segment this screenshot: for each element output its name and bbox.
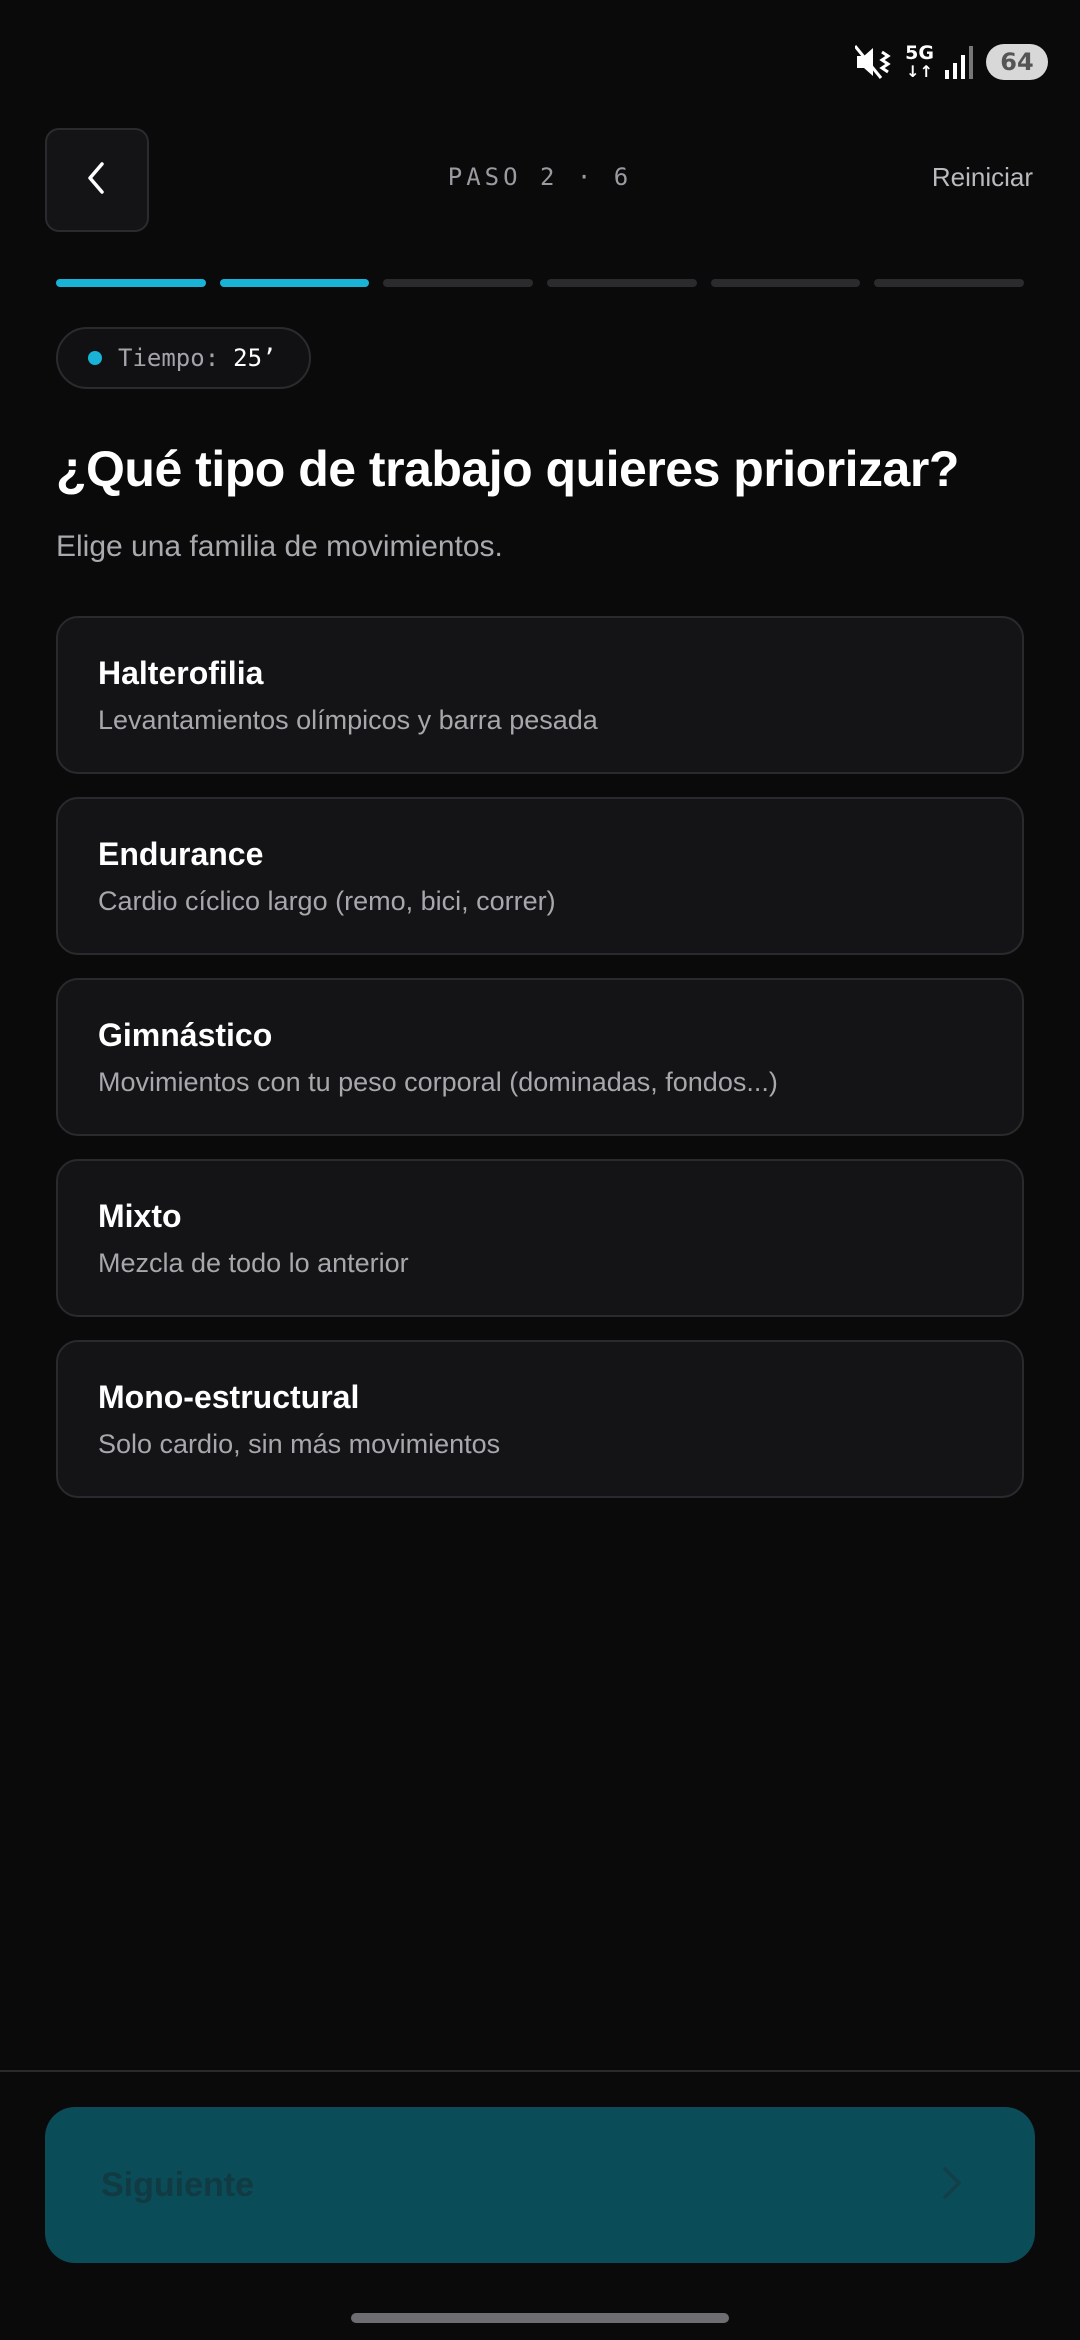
option-card-mono-estructural[interactable]: Mono-estructural Solo cardio, sin más mo… xyxy=(56,1340,1024,1498)
option-description: Cardio cíclico largo (remo, bici, correr… xyxy=(98,886,556,916)
option-description: Levantamientos olímpicos y barra pesada xyxy=(98,705,598,735)
progress-segment-2 xyxy=(219,279,370,287)
time-label: Tiempo: xyxy=(118,344,220,372)
option-title: Mono-estructural xyxy=(98,1379,360,1415)
page-subtitle: Elige una familia de movimientos. xyxy=(56,530,503,563)
page-title: ¿Qué tipo de trabajo quieres priorizar? xyxy=(56,441,959,497)
footer-divider xyxy=(0,2070,1080,2072)
progress-segment-6 xyxy=(874,279,1025,287)
option-card-halterofilia[interactable]: Halterofilia Levantamientos olímpicos y … xyxy=(56,616,1024,774)
progress-bar xyxy=(56,279,1025,287)
chevron-right-icon xyxy=(939,2163,965,2208)
progress-segment-1 xyxy=(56,279,206,287)
mute-vibrate-icon xyxy=(855,44,895,80)
option-list: Halterofilia Levantamientos olímpicos y … xyxy=(56,616,1024,1521)
option-title: Gimnástico xyxy=(98,1017,273,1053)
option-title: Mixto xyxy=(98,1198,182,1234)
status-dot-icon xyxy=(88,351,102,365)
network-type-icon: 5G ↓↑ xyxy=(905,44,934,80)
option-card-endurance[interactable]: Endurance Cardio cíclico largo (remo, bi… xyxy=(56,797,1024,955)
option-card-mixto[interactable]: Mixto Mezcla de todo lo anterior xyxy=(56,1159,1024,1317)
progress-segment-5 xyxy=(710,279,861,287)
reset-button[interactable]: Reiniciar xyxy=(932,162,1033,193)
option-title: Halterofilia xyxy=(98,655,264,691)
home-indicator[interactable] xyxy=(351,2313,729,2323)
time-value: 25’ xyxy=(233,344,277,372)
option-description: Solo cardio, sin más movimientos xyxy=(98,1429,501,1459)
signal-bars-icon xyxy=(944,44,976,80)
progress-segment-3 xyxy=(383,279,534,287)
battery-icon: 64 xyxy=(986,44,1048,80)
time-badge: Tiempo: 25’ xyxy=(56,327,311,389)
next-button[interactable]: Siguiente xyxy=(45,2107,1035,2263)
next-button-label: Siguiente xyxy=(101,2165,255,2204)
option-title: Endurance xyxy=(98,836,264,872)
option-card-gimnastico[interactable]: Gimnástico Movimientos con tu peso corpo… xyxy=(56,978,1024,1136)
option-description: Movimientos con tu peso corporal (domina… xyxy=(98,1067,778,1097)
step-indicator: PASO 2 · 6 xyxy=(447,163,633,191)
option-description: Mezcla de todo lo anterior xyxy=(98,1248,409,1278)
status-bar: 5G ↓↑ 64 xyxy=(855,38,1048,86)
network-label: 5G xyxy=(905,42,934,64)
network-arrows: ↓↑ xyxy=(906,62,933,81)
progress-segment-4 xyxy=(547,279,697,287)
battery-level: 64 xyxy=(1000,48,1034,76)
